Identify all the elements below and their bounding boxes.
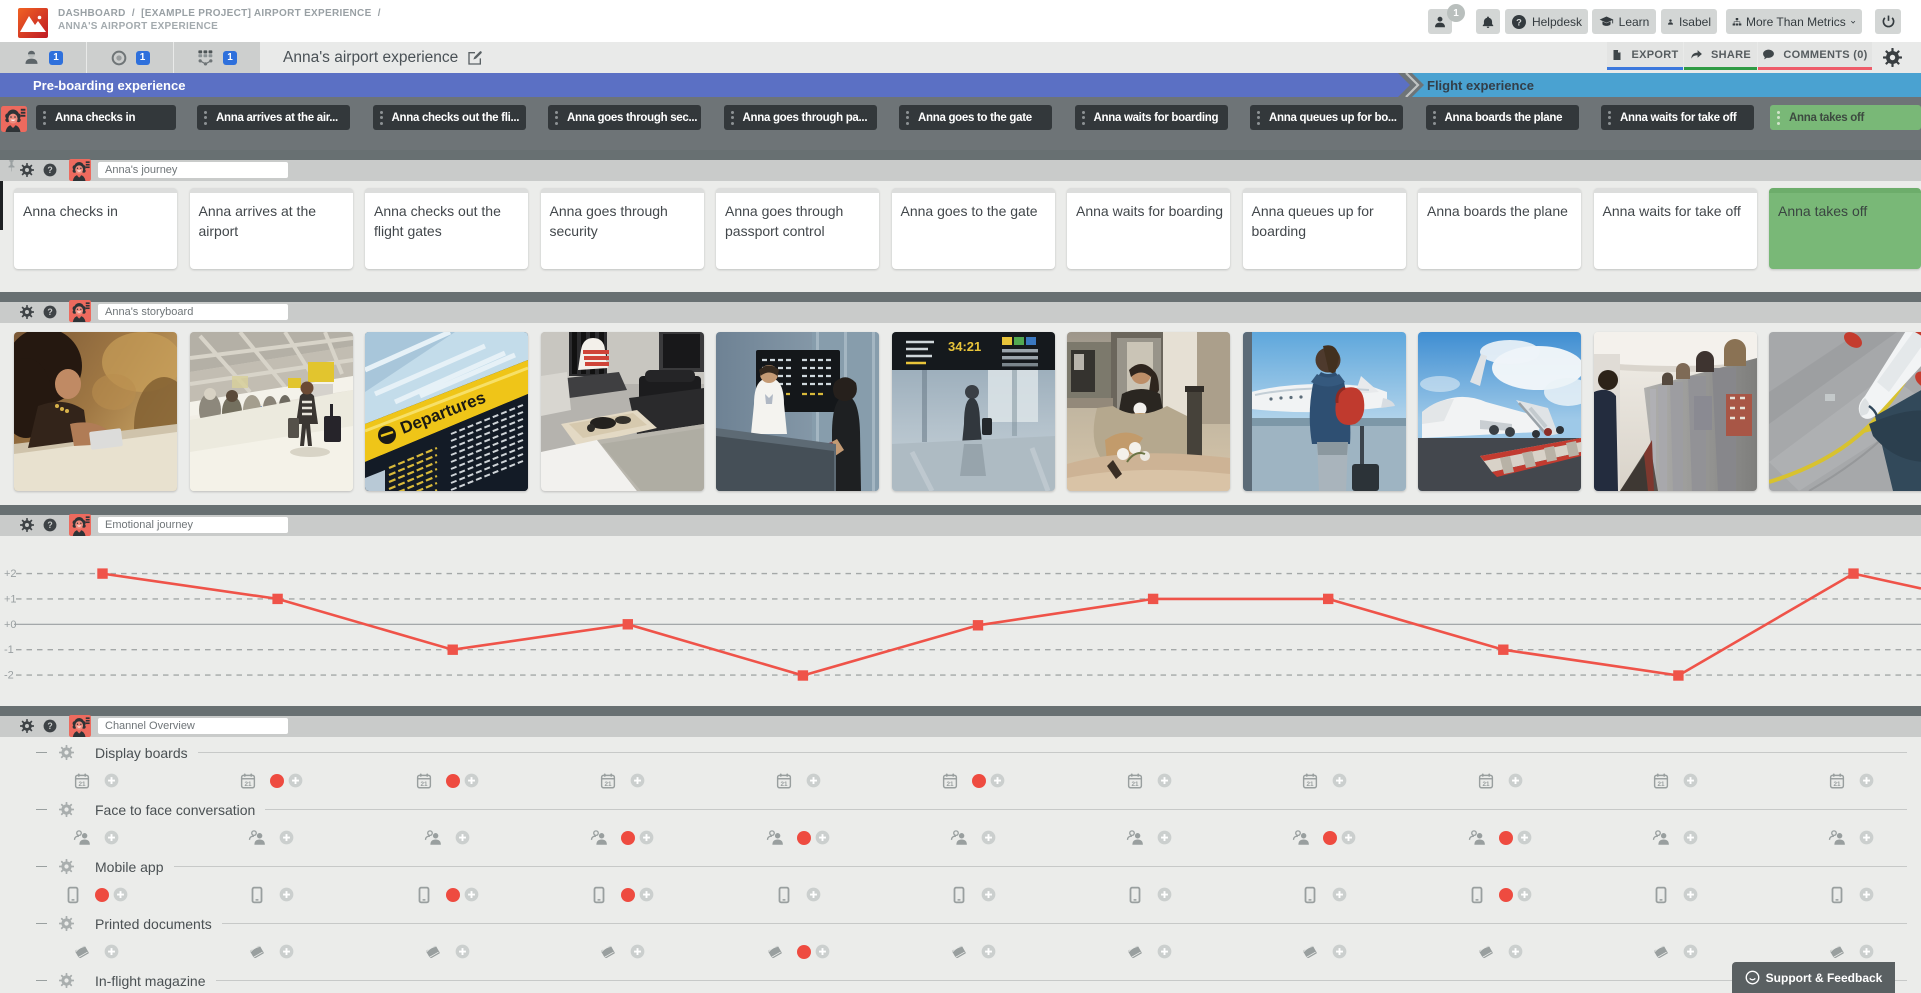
- svg-text:-1: -1: [4, 644, 14, 656]
- svg-text:?: ?: [47, 721, 52, 731]
- svg-text:?: ?: [47, 306, 52, 316]
- svg-text:+0: +0: [4, 618, 17, 630]
- svg-text:21: 21: [946, 780, 954, 787]
- svg-text:+2: +2: [4, 568, 17, 580]
- svg-text:34:21: 34:21: [948, 339, 981, 354]
- svg-text:+1: +1: [4, 593, 17, 605]
- svg-text:21: 21: [244, 780, 252, 787]
- svg-text:-2: -2: [4, 669, 14, 681]
- svg-text:21: 21: [780, 780, 788, 787]
- svg-text:21: 21: [420, 780, 428, 787]
- svg-text:21: 21: [1657, 780, 1665, 787]
- svg-text:21: 21: [78, 780, 86, 787]
- svg-text:21: 21: [604, 780, 612, 787]
- svg-text:21: 21: [1833, 780, 1841, 787]
- svg-text:21: 21: [1482, 780, 1490, 787]
- svg-text:21: 21: [1306, 780, 1314, 787]
- svg-text:21: 21: [1131, 780, 1139, 787]
- svg-text:?: ?: [47, 165, 52, 175]
- svg-text:?: ?: [47, 520, 52, 530]
- svg-text:?: ?: [1516, 17, 1522, 27]
